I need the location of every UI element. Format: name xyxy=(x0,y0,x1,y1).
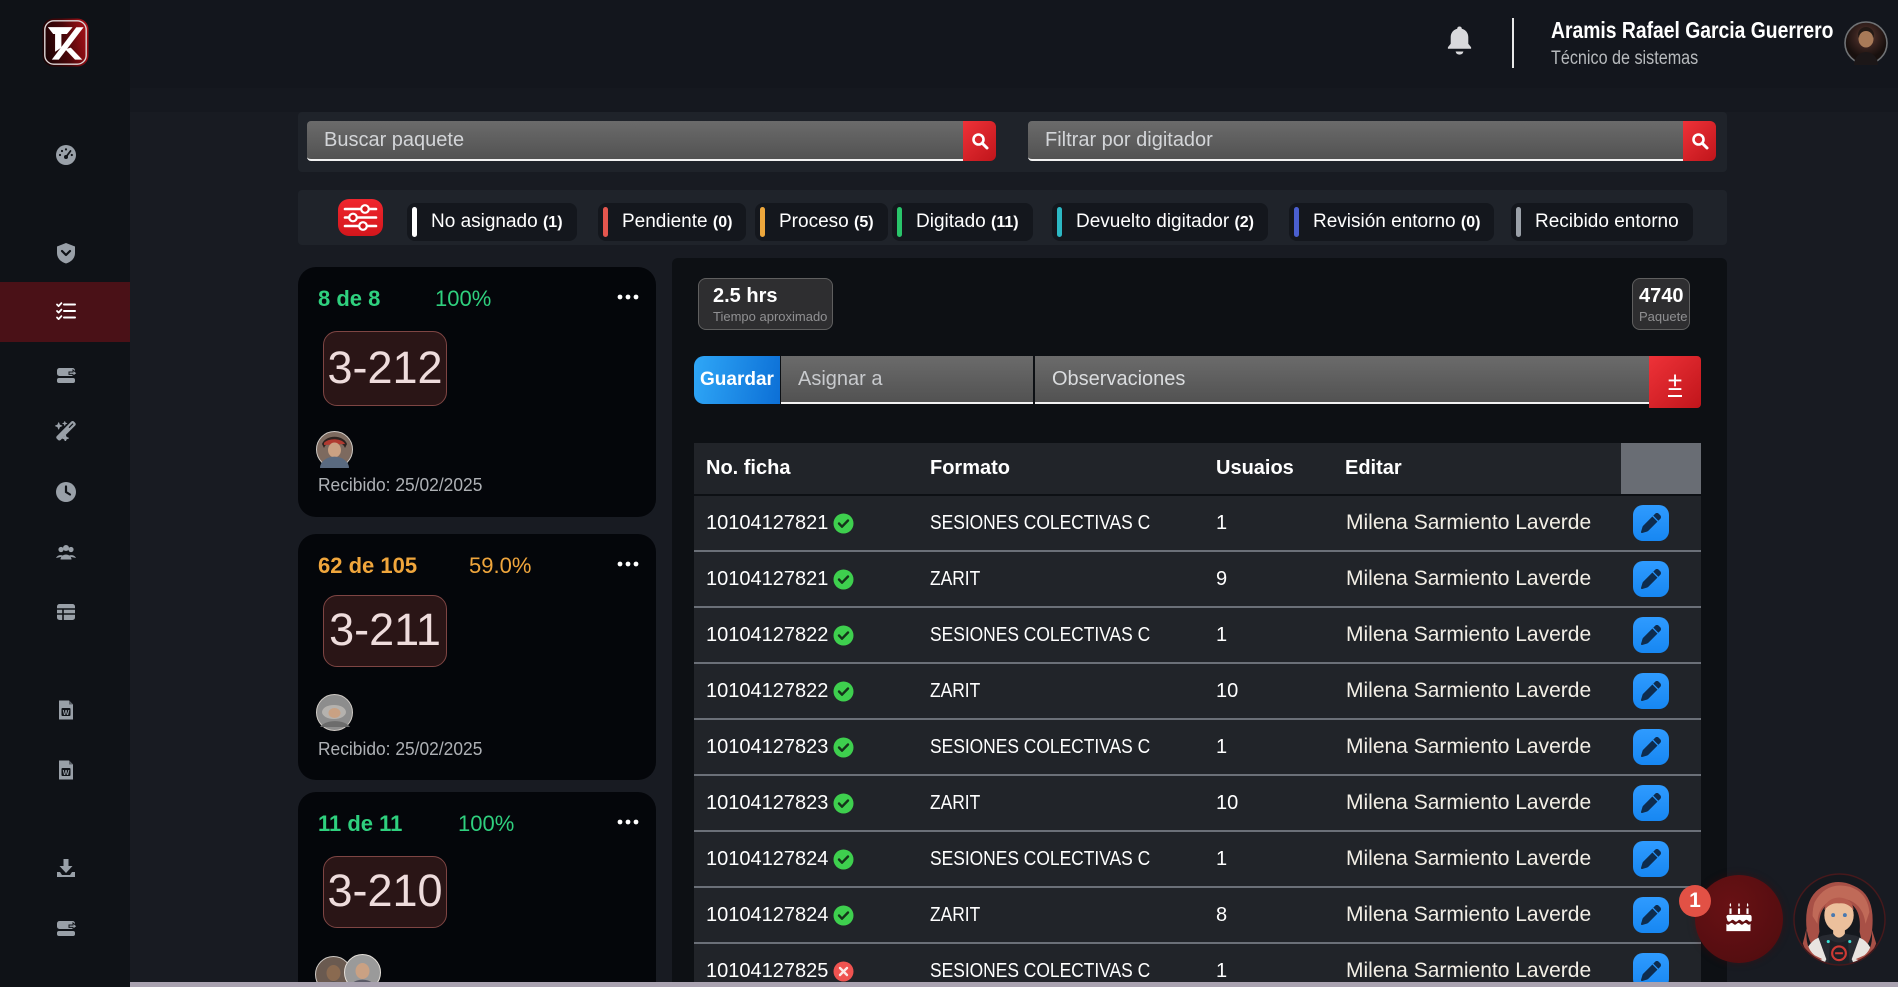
svg-text:W: W xyxy=(63,770,70,777)
svg-text:W: W xyxy=(63,710,70,717)
